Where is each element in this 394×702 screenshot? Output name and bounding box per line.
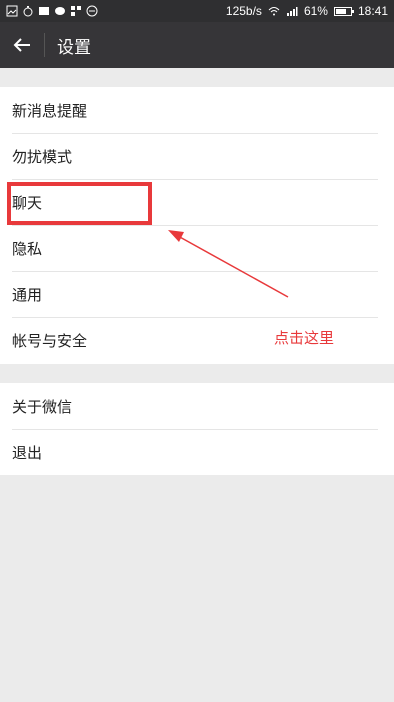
annotation-text: 点击这里: [274, 329, 335, 347]
annotation-arrow: [168, 230, 289, 298]
